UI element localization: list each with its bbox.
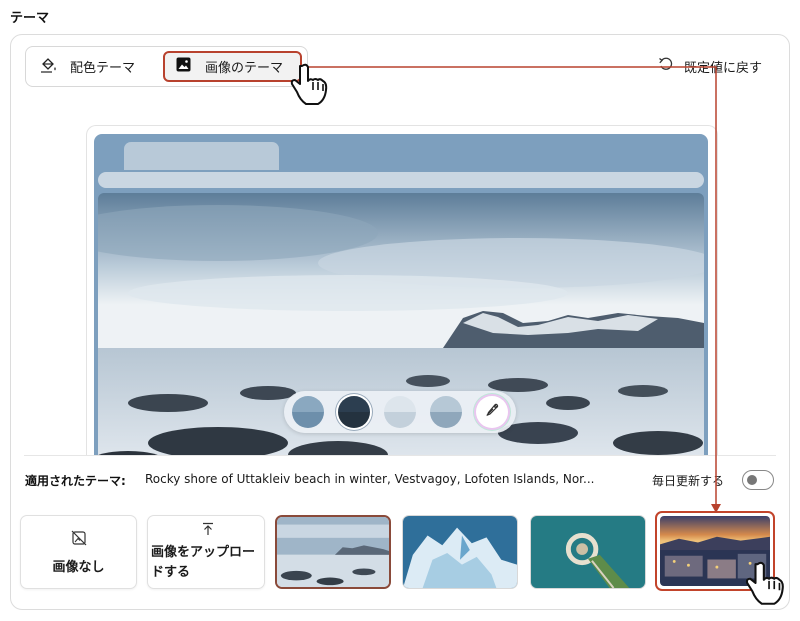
hand-cursor-icon xyxy=(290,62,334,114)
annotation-arrow xyxy=(300,66,721,513)
hand-cursor-icon-2 xyxy=(745,560,791,614)
